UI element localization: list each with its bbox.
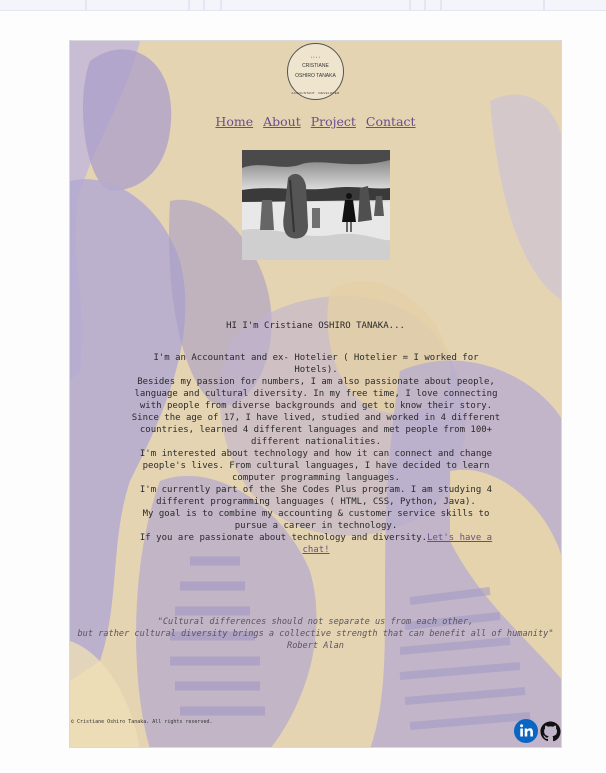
quote-line: but rather cultural diversity brings a c… — [77, 629, 554, 639]
nav-contact-link[interactable]: Contact — [366, 114, 416, 129]
bio-paragraph: Since the age of 17, I have lived, studi… — [131, 413, 501, 447]
bio-paragraph: I'm currently part of the She Codes Plus… — [139, 485, 493, 507]
greeting-heading: HI I'm Cristiane OSHIRO TANAKA... — [226, 321, 405, 331]
github-icon[interactable] — [540, 719, 561, 746]
main-nav: Home About Project Contact — [70, 114, 561, 129]
github-icon — [540, 721, 561, 742]
logo-top-text: • • • • — [310, 55, 321, 59]
bio-closing-text: If you are passionate about technology a… — [139, 533, 428, 543]
divider — [220, 0, 222, 10]
bio-closing: If you are passionate about technology a… — [130, 532, 502, 556]
nav-about-link[interactable]: About — [263, 114, 301, 129]
bio-paragraph: My goal is to combine my accounting & cu… — [142, 509, 490, 531]
bio-text: I'm an Accountant and ex- Hotelier ( Hot… — [130, 352, 502, 556]
bio-paragraph: Besides my passion for numbers, I am als… — [134, 377, 498, 411]
linkedin-icon — [514, 719, 538, 743]
logo[interactable]: • • • • CRISTIANE OSHIRO TANAKA ACCOUNTA… — [287, 43, 344, 100]
bio-paragraph: I'm an Accountant and ex- Hotelier ( Hot… — [153, 353, 479, 375]
copyright-text: © Cristiane Oshiro Tanaka. All rights re… — [71, 719, 213, 725]
linkedin-icon[interactable] — [514, 719, 538, 747]
quote-author: Robert Alan — [287, 641, 344, 651]
bio-paragraph: I'm interested about technology and how … — [139, 449, 493, 483]
standing-stones-image — [242, 150, 390, 260]
divider — [424, 0, 426, 10]
profile-photo — [242, 150, 390, 260]
divider — [440, 0, 442, 10]
nav-project-link[interactable]: Project — [311, 114, 356, 129]
page-card: • • • • CRISTIANE OSHIRO TANAKA ACCOUNTA… — [69, 40, 562, 748]
divider — [203, 0, 205, 10]
logo-name-line1: CRISTIANE — [302, 63, 329, 69]
divider — [85, 0, 87, 10]
divider — [543, 0, 545, 10]
divider — [188, 0, 190, 10]
quote-line: "Cultural differences should not separat… — [157, 617, 474, 627]
logo-bottom-text: ACCOUNTANT · DEVELOPER — [291, 91, 340, 95]
browser-top-bar — [0, 0, 606, 11]
quote-block: "Cultural differences should not separat… — [70, 616, 561, 652]
divider — [409, 0, 411, 10]
nav-home-link[interactable]: Home — [215, 114, 253, 129]
logo-name-line2: OSHIRO TANAKA — [295, 73, 336, 79]
